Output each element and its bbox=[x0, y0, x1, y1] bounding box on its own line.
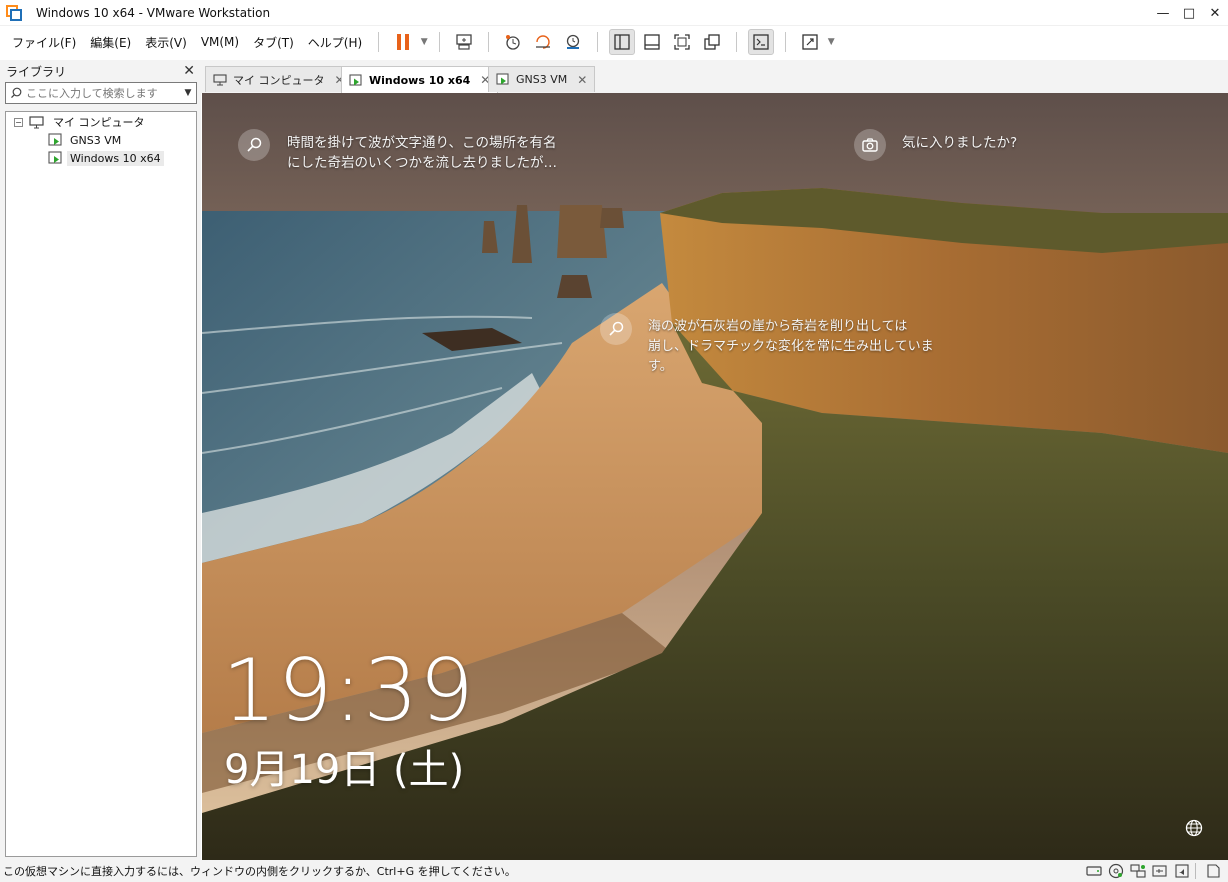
tree-label: GNS3 VM bbox=[70, 133, 122, 147]
thumbnail-bar-icon[interactable] bbox=[639, 29, 665, 55]
minimize-button[interactable]: — bbox=[1150, 0, 1176, 26]
console-view-icon[interactable] bbox=[748, 29, 775, 55]
chevron-down-icon[interactable]: ▼ bbox=[418, 29, 430, 55]
status-separator bbox=[1195, 863, 1196, 879]
snapshot-manager-icon[interactable] bbox=[560, 29, 586, 55]
window-title: Windows 10 x64 - VMware Workstation bbox=[36, 5, 271, 20]
tree-label: Windows 10 x64 bbox=[67, 150, 164, 166]
pause-icon[interactable] bbox=[390, 29, 416, 55]
spotlight-top-line: 時間を掛けて波が文字通り、この場所を有名 bbox=[287, 135, 557, 151]
search-icon[interactable] bbox=[600, 313, 632, 345]
show-library-icon[interactable] bbox=[609, 29, 636, 55]
title-bar: Windows 10 x64 - VMware Workstation — □ … bbox=[0, 0, 1228, 26]
tab-strip: マイ コンピュータ ✕ Windows 10 x64 ✕ GNS3 VM ✕ bbox=[201, 60, 1228, 93]
tab-windows-10-x64[interactable]: Windows 10 x64 ✕ bbox=[341, 66, 499, 93]
tab-label: マイ コンピュータ bbox=[233, 73, 325, 87]
full-screen-icon[interactable] bbox=[669, 29, 695, 55]
search-icon[interactable] bbox=[238, 129, 270, 161]
library-tree: − マイ コンピュータ GNS3 VM Windows 10 x64 bbox=[5, 111, 197, 857]
tab-label: Windows 10 x64 bbox=[369, 73, 471, 87]
spotlight-mid-line: 海の波が石灰岩の崖から奇岩を削り出しては bbox=[648, 319, 908, 334]
computer-icon bbox=[213, 73, 227, 86]
window-controls: — □ ✕ bbox=[1150, 0, 1228, 26]
computer-icon bbox=[29, 115, 44, 129]
status-message: この仮想マシンに直接入力するには、ウィンドウの内側をクリックするか、Ctrl+G… bbox=[3, 865, 516, 878]
vm-icon bbox=[349, 73, 363, 87]
toolbar-separator bbox=[488, 32, 490, 52]
menu-toolbar: ファイル(F) 編集(E) 表示(V) VM(M) タブ(T) ヘルプ(H) ▼… bbox=[0, 27, 1228, 57]
tree-item-windows-10-x64[interactable]: Windows 10 x64 bbox=[48, 149, 164, 167]
message-log-icon[interactable] bbox=[1204, 862, 1222, 880]
lockscreen-date: 9月19日 (土) bbox=[224, 747, 465, 793]
search-icon bbox=[6, 87, 26, 99]
snapshot-icon[interactable] bbox=[500, 29, 526, 55]
close-tab-icon[interactable]: ✕ bbox=[577, 73, 587, 87]
cd-dvd-icon[interactable] bbox=[1107, 862, 1125, 880]
send-ctrl-alt-del-icon[interactable] bbox=[451, 29, 477, 55]
vm-console[interactable]: 時間を掛けて波が文字通り、この場所を有名 にした奇岩のいくつかを流し去りましたが… bbox=[202, 93, 1228, 860]
tab-my-computer[interactable]: マイ コンピュータ ✕ bbox=[205, 66, 353, 92]
sound-card-icon[interactable] bbox=[1173, 862, 1191, 880]
maximize-button[interactable]: □ bbox=[1176, 0, 1202, 26]
revert-snapshot-icon[interactable] bbox=[530, 29, 556, 55]
tab-gns3-vm[interactable]: GNS3 VM ✕ bbox=[488, 66, 596, 92]
globe-icon[interactable] bbox=[1184, 818, 1204, 838]
collapse-icon[interactable]: − bbox=[14, 117, 23, 127]
chevron-down-icon[interactable]: ▼ bbox=[180, 88, 196, 98]
menu-help[interactable]: ヘルプ(H) bbox=[301, 34, 369, 51]
search-input[interactable] bbox=[26, 86, 180, 100]
menu-view[interactable]: 表示(V) bbox=[138, 34, 194, 51]
toolbar-separator bbox=[439, 32, 441, 52]
close-library-button[interactable]: ✕ bbox=[183, 63, 195, 79]
chevron-down-icon[interactable]: ▼ bbox=[825, 29, 837, 55]
library-header: ライブラリ ✕ bbox=[0, 60, 201, 82]
menu-edit[interactable]: 編集(E) bbox=[83, 34, 138, 51]
vm-icon bbox=[496, 73, 510, 86]
toolbar-separator bbox=[736, 32, 738, 52]
spotlight-top-caption[interactable]: 時間を掛けて波が文字通り、この場所を有名 にした奇岩のいくつかを流し去りましたが… bbox=[287, 133, 557, 173]
stretch-guest-icon[interactable] bbox=[797, 29, 823, 55]
tree-label: マイ コンピュータ bbox=[53, 116, 145, 129]
menu-vm[interactable]: VM(M) bbox=[194, 35, 246, 49]
tree-item-gns3-vm[interactable]: GNS3 VM bbox=[48, 131, 124, 149]
menu-tabs[interactable]: タブ(T) bbox=[246, 34, 301, 51]
camera-icon[interactable] bbox=[854, 129, 886, 161]
close-button[interactable]: ✕ bbox=[1202, 0, 1228, 26]
spotlight-mid-caption[interactable]: 海の波が石灰岩の崖から奇岩を削り出しては 崩し、ドラマチックな変化を常に生み出し… bbox=[648, 317, 934, 377]
toolbar-separator bbox=[378, 32, 380, 52]
vm-icon bbox=[48, 133, 63, 147]
toolbar-separator bbox=[597, 32, 599, 52]
tab-label: GNS3 VM bbox=[516, 73, 568, 86]
device-icons bbox=[1081, 862, 1222, 880]
toolbar-separator bbox=[785, 32, 787, 52]
library-title: ライブラリ bbox=[6, 64, 67, 79]
unity-icon[interactable] bbox=[699, 29, 725, 55]
vm-icon bbox=[48, 151, 63, 165]
status-bar: この仮想マシンに直接入力するには、ウィンドウの内側をクリックするか、Ctrl+G… bbox=[0, 860, 1228, 882]
hard-disk-icon[interactable] bbox=[1085, 862, 1103, 880]
spotlight-top-line: にした奇岩のいくつかを流し去りましたが… bbox=[287, 155, 557, 171]
lockscreen-time: 19:39 bbox=[222, 641, 475, 741]
like-prompt[interactable]: 気に入りましたか? bbox=[902, 133, 1017, 153]
menu-file[interactable]: ファイル(F) bbox=[5, 34, 83, 51]
usb-icon[interactable] bbox=[1151, 862, 1169, 880]
spotlight-mid-line: す。 bbox=[648, 359, 673, 374]
tree-item-my-computer[interactable]: − マイ コンピュータ bbox=[14, 113, 148, 131]
library-panel: ライブラリ ✕ ▼ − マイ コンピュータ GNS3 VM Windows 10 bbox=[0, 60, 201, 860]
vmware-logo-icon bbox=[6, 4, 22, 21]
network-adapter-icon[interactable] bbox=[1129, 862, 1147, 880]
library-search[interactable]: ▼ bbox=[5, 82, 197, 104]
spotlight-mid-line: 崩し、ドラマチックな変化を常に生み出していま bbox=[648, 339, 934, 354]
